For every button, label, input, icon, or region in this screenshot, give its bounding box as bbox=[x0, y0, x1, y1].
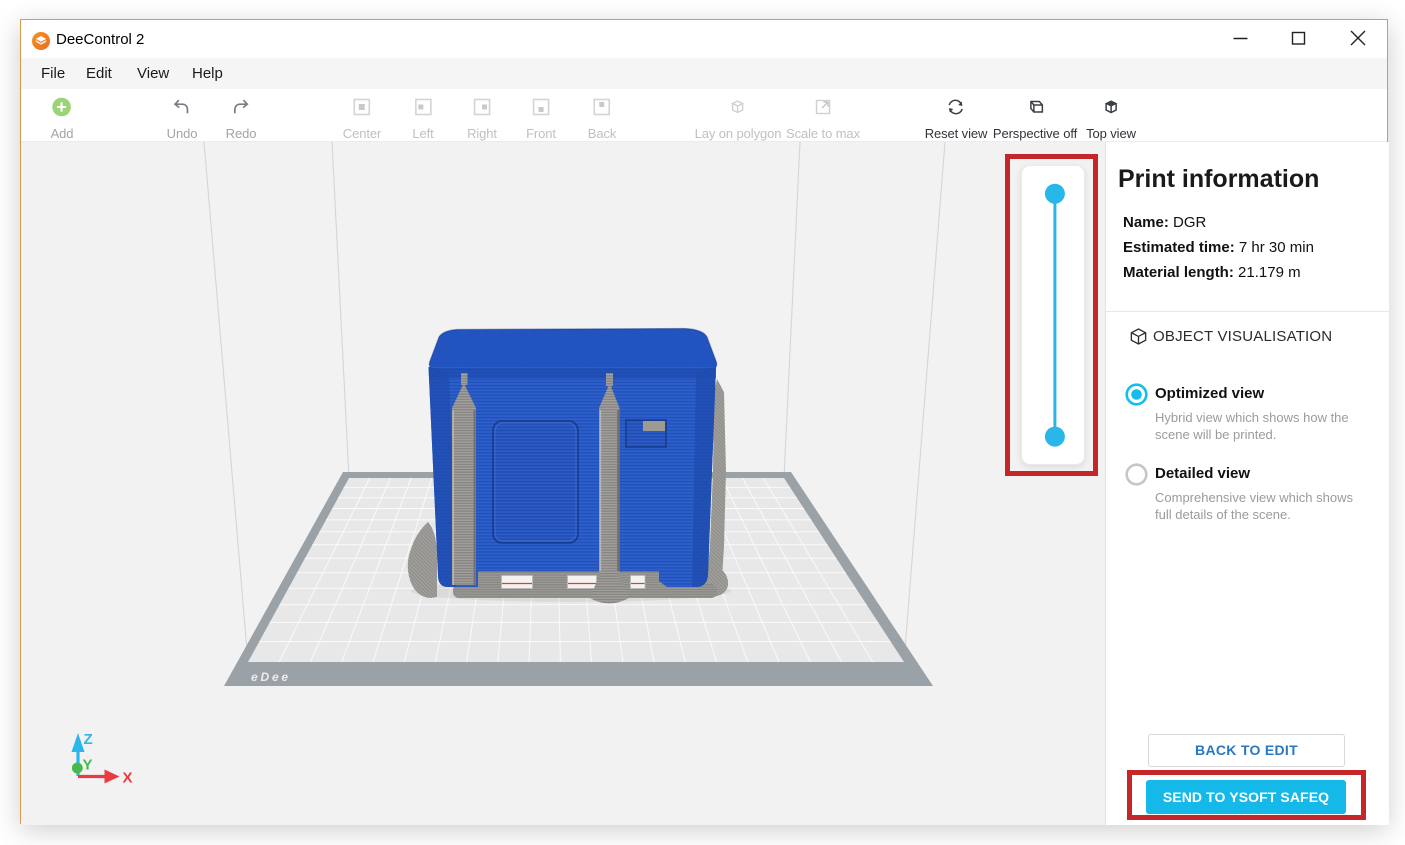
svg-text:Z: Z bbox=[84, 731, 93, 748]
svg-text:eDee: eDee bbox=[251, 670, 291, 684]
svg-text:X: X bbox=[123, 770, 133, 787]
svg-text:Y: Y bbox=[83, 757, 93, 774]
